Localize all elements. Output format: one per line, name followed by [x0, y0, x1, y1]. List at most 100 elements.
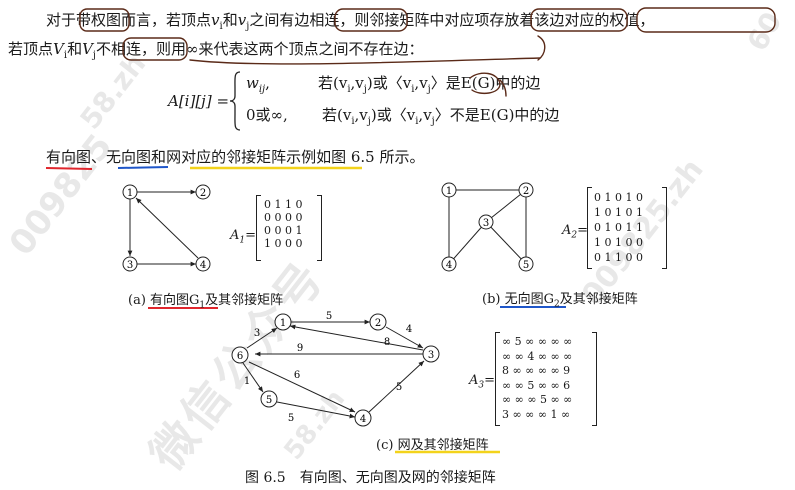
- text: ，: [639, 11, 655, 29]
- graph-g3: 1 2 3 4 5 6 5 4 3 9 8 6 1 5 5: [231, 311, 440, 427]
- text: 网及其邻接矩阵: [397, 438, 489, 453]
- edge: [385, 326, 424, 349]
- node-label: 2: [375, 318, 381, 329]
- matrix-a3: ∞ 5 ∞ ∞ ∞ ∞ ∞ ∞ 4 ∞ ∞ ∞ 8 ∞ ∞ ∞ ∞ 9 ∞ ∞ …: [502, 335, 572, 422]
- equation-case-1: wij,: [246, 74, 270, 95]
- matrix-row: ∞ ∞ ∞ 5 ∞ ∞: [502, 393, 573, 406]
- term-edge-weight: 该边对应的权值: [534, 11, 640, 29]
- matrix-row: ∞ 5 ∞ ∞ ∞ ∞: [502, 335, 573, 348]
- matrix-a2-label: A2=: [562, 222, 588, 245]
- equation-case-2: 0或∞,: [246, 106, 288, 124]
- text: 若(v: [322, 106, 352, 124]
- equation-brace: [229, 71, 241, 131]
- matrix-a3-label: A3=: [469, 372, 495, 395]
- node-label: 2: [200, 188, 206, 199]
- annotation-box: [636, 7, 776, 33]
- matrix-row: 0 0 0 0: [264, 211, 303, 224]
- text: ，则邻接矩阵中: [339, 11, 445, 29]
- underline-blue: [117, 166, 169, 169]
- term-network-matrix-example: 网对应的邻接矩阵示例: [166, 148, 317, 166]
- matrix-row: 1 0 1 0 0: [594, 236, 643, 249]
- text: 之间: [249, 11, 280, 29]
- text: 〉不是E(G)中的边: [434, 106, 560, 124]
- node-label: 4: [200, 260, 206, 271]
- node-label: 1: [127, 188, 133, 199]
- matrix-a1-label: A1=: [230, 227, 256, 250]
- equation-case-1-condition: 若(vi,vj)或〈vi,vj〉是E(G)中的边: [318, 74, 540, 99]
- matrix-a1: 0 1 1 0 0 0 0 0 0 0 0 1 1 0 0 0: [264, 198, 302, 250]
- term-has-edge: 有边相连: [279, 11, 340, 29]
- text: 若(v: [318, 74, 348, 92]
- node-label: 3: [483, 218, 489, 229]
- graph-g1: 1 2 3 4: [122, 184, 211, 272]
- edge: [485, 189, 527, 223]
- figure-caption: 图 6.5 有向图、无向图及网的邻接矩阵: [245, 470, 496, 486]
- var-vj: v: [237, 11, 247, 29]
- edge-weight: 5: [396, 382, 402, 393]
- edge-weight: 1: [244, 376, 250, 387]
- text: )或〈v: [370, 106, 416, 124]
- paragraph-line-3: 有向图、无向图和网对应的邻接矩阵示例如图 6.5 所示。: [46, 148, 424, 166]
- matrix-row: 0 1 0 1 0: [594, 191, 643, 204]
- text: 有向图G: [150, 293, 200, 308]
- text: ,v: [418, 106, 432, 124]
- node-label: 6: [237, 351, 243, 362]
- graph-g2: 1 2 3 4 5: [441, 182, 534, 272]
- edge: [246, 327, 278, 349]
- equation-lhs: A[i][j] =: [168, 92, 230, 110]
- paragraph-line-2: 若顶点Vi和Vj不相连，则用∞来代表这两个顶点之间不存在边：: [8, 40, 424, 65]
- weight-w: w: [246, 74, 259, 92]
- text: )或〈v: [366, 74, 412, 92]
- text: 和: [151, 148, 167, 166]
- matrix-bracket: [317, 195, 322, 261]
- text: 、: [91, 148, 107, 166]
- matrix-bracket: [662, 187, 667, 269]
- var-vi: v: [211, 11, 220, 29]
- underline-red: [45, 167, 93, 170]
- node-label: 1: [446, 186, 452, 197]
- matrix-row: 0 1 0 1 1: [594, 221, 643, 234]
- var-Vi: V: [53, 40, 64, 58]
- text: 和: [67, 40, 83, 58]
- text: (a): [128, 293, 151, 308]
- text: (b): [482, 292, 505, 307]
- text: ,v: [350, 74, 364, 92]
- matrix-row: ∞ ∞ 4 ∞ ∞ ∞: [502, 349, 573, 363]
- node-label: 3: [127, 260, 133, 271]
- matrix-bracket: [587, 187, 592, 269]
- text: =: [484, 373, 496, 388]
- text: A: [562, 223, 572, 238]
- watermark: 60: [740, 6, 789, 57]
- text: (c): [376, 438, 398, 453]
- text: 〉是E(G)中的边: [430, 74, 541, 92]
- node-label: 1: [280, 318, 286, 329]
- paragraph-line-1: 对于带权图而言，若顶点vi和vj之间有边相连，则邻接矩阵中对应项存放着该边对应的…: [46, 11, 654, 36]
- matrix-a2: 0 1 0 1 0 1 0 1 0 1 0 1 0 1 1 1 0 1 0 0 …: [594, 190, 643, 265]
- node-label: 5: [266, 395, 272, 406]
- edge-weight: 5: [326, 311, 332, 322]
- edge-weight: 4: [406, 324, 412, 335]
- text: 如图 6.5 所示。: [316, 148, 425, 166]
- matrix-row: ∞ ∞ 5 ∞ ∞ 6: [502, 378, 571, 392]
- text: 对于: [46, 11, 77, 29]
- caption-c: (c) 网及其邻接矩阵: [376, 434, 489, 453]
- matrix-row: 0 1 1 0 0: [594, 251, 643, 264]
- term-not-connected: 不相连: [96, 40, 142, 58]
- matrix-bracket: [495, 332, 500, 426]
- edge-weight: 6: [294, 370, 300, 381]
- edge: [448, 221, 487, 265]
- edge: [135, 197, 199, 259]
- node-label: 5: [523, 260, 529, 271]
- matrix-row: 1 0 1 0 1: [594, 206, 643, 219]
- node-label: 2: [523, 186, 529, 197]
- var-Vj: V: [82, 40, 93, 58]
- text: 及其邻接矩阵: [559, 292, 638, 307]
- text: 若顶点: [8, 40, 54, 58]
- edge-weight: 8: [384, 337, 390, 348]
- node-label: 3: [428, 350, 434, 361]
- text: 而言，若顶点: [121, 11, 212, 29]
- text: ,v: [414, 74, 428, 92]
- text: 对应项存放着: [444, 11, 535, 29]
- node-label: 4: [446, 260, 452, 271]
- edge: [485, 221, 527, 265]
